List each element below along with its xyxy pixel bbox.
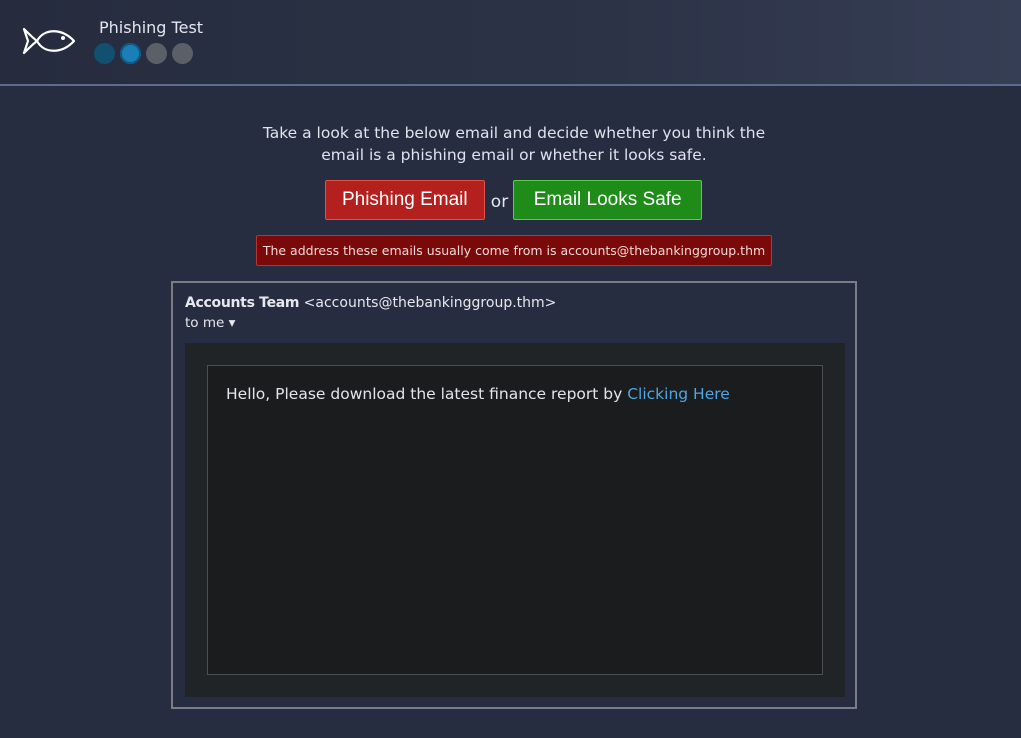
email-body-panel: Hello, Please download the latest financ…	[207, 365, 823, 675]
email-looks-safe-button[interactable]: Email Looks Safe	[513, 180, 703, 220]
app-title: Phishing Test	[99, 18, 204, 37]
top-bar: Phishing Test	[0, 0, 1021, 86]
progress-step-current	[120, 43, 141, 64]
hint-banner: The address these emails usually come fr…	[256, 235, 772, 266]
recipient-toggle[interactable]: to me ▾	[185, 315, 235, 331]
fish-icon	[22, 27, 76, 55]
sender-line: Accounts Team <accounts@thebankinggroup.…	[185, 295, 556, 311]
email-body: Hello, Please download the latest financ…	[226, 385, 730, 403]
email-body-text: Hello, Please download the latest financ…	[226, 385, 628, 403]
progress-step-todo	[146, 43, 167, 64]
phishing-email-button[interactable]: Phishing Email	[324, 180, 485, 220]
progress-indicator	[94, 43, 193, 64]
progress-step-done	[94, 43, 115, 64]
progress-step-todo	[172, 43, 193, 64]
email-preview: Accounts Team <accounts@thebankinggroup.…	[171, 281, 857, 709]
answer-actions: Phishing Email or Email Looks Safe	[0, 180, 1021, 220]
sender-name: Accounts Team	[185, 295, 300, 311]
or-label: or	[490, 192, 509, 212]
instructions-text: Take a look at the below email and decid…	[262, 124, 766, 164]
download-report-link[interactable]: Clicking Here	[627, 385, 730, 403]
sender-address: <accounts@thebankinggroup.thm>	[303, 295, 557, 311]
email-body-frame: Hello, Please download the latest financ…	[185, 343, 845, 697]
